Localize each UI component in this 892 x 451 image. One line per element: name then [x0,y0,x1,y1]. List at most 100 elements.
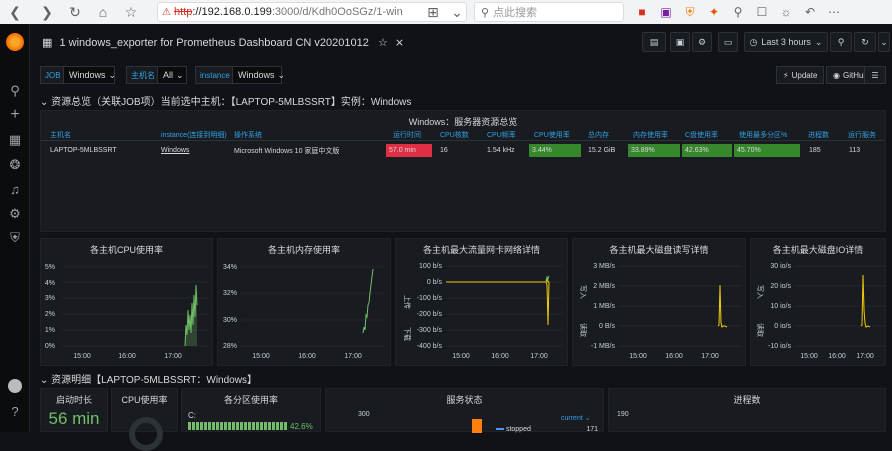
create-plus-icon[interactable]: + [0,105,30,125]
var-value-hostname: All [163,70,174,80]
configuration-gear-icon[interactable]: ⚙ [0,204,30,224]
cpu-series-area [185,285,197,346]
update-link-button[interactable]: ⚡ Update [776,66,825,84]
dashboard-settings-button[interactable]: ⚙ [692,32,712,52]
gear-icon: ⚙ [697,36,707,47]
column-header[interactable]: CPU核数 [440,130,469,140]
grafana-sidebar: ⚲ + ▦ ❂ ♫ ⚙ ⛨ ? [0,24,30,432]
add-panel-button[interactable]: ▤ [642,32,666,52]
chevron-down-icon: ⌄ [814,36,823,47]
x-tick-label: 16:00 [118,353,136,360]
uptime-value: 56 min [48,409,100,428]
zoom-out-button[interactable]: ⚲ [830,32,852,52]
column-header[interactable]: instance(连接到明细) [161,130,227,140]
hamburger-icon: ☰ [871,70,879,80]
x-tick-label: 16:00 [491,353,509,360]
refresh-interval-button[interactable]: ⌄ [878,32,890,52]
user-avatar-icon[interactable] [0,376,30,396]
refresh-icon: ↻ [861,36,869,47]
alerting-bell-icon[interactable]: ♫ [0,179,30,199]
y-tick-label: 100 b/s [419,263,442,270]
axis-side-label: 上传 [403,295,412,309]
search-icon[interactable]: ⚲ [0,81,30,101]
undo-icon[interactable]: ↶ [798,0,822,24]
server-admin-shield-icon[interactable]: ⛨ [0,228,30,248]
help-icon[interactable]: ? [0,401,30,421]
column-header[interactable]: 运行服务 [848,130,876,140]
zoom-out-icon: ⚲ [837,36,845,47]
axis-side-label: 下载 [403,327,412,341]
extension-red-icon[interactable]: ■ [630,0,654,24]
time-range-label: Last 3 hours [761,37,811,47]
home-icon[interactable]: ⌂ [90,0,116,24]
menu-dots-icon[interactable]: ⋯ [822,0,846,24]
column-header[interactable]: CPU频率 [487,130,516,140]
grafana-logo-icon[interactable] [6,33,24,51]
cpu-graph: 5% 4% 3% 2% 1% 0% 15:00 16:00 17:00 [45,264,209,360]
var-select-instance[interactable]: Windows ⌄ [232,66,285,84]
y-tick-label: 10 io/s [770,303,791,310]
share-icon[interactable]: ⨯ [395,37,404,49]
menu-button[interactable]: ☰ [864,66,886,84]
var-select-hostname[interactable]: All ⌄ [157,66,187,84]
chevron-down-icon: ⌄ [40,97,49,108]
y-tick-label: 20 io/s [770,283,791,290]
translate-icon[interactable]: ⊞ [420,0,446,24]
column-header[interactable]: 总内存 [588,130,609,140]
explore-compass-icon[interactable]: ❂ [0,155,30,175]
y-tick-label: 30 io/s [770,263,791,270]
time-picker-button[interactable]: ◷ Last 3 hours ⌄ [744,32,828,52]
cell-instance-link[interactable]: Windows [158,144,189,157]
extension-fox-icon[interactable]: ✦ [702,0,726,24]
url-host: ://192.168.0.199 [192,6,272,18]
chevron-down-icon: ⌄ [108,69,117,80]
disk-io-graph: 写入 读取 30 io/s 20 io/s 10 io/s 0 io/s -10… [756,263,885,360]
dashboards-grid-icon: ▦ [42,37,53,49]
disk-io-graph-panel: 各主机最大磁盘IO详情 写入 读取 30 io/s 20 io/s 10 io/… [750,238,886,366]
y-tick-label: 3 MB/s [593,263,615,270]
theme-icon[interactable]: ☼ [774,0,798,24]
column-header[interactable]: 内存使用率 [633,130,668,140]
browser-search-input[interactable]: ⚲ 点此搜索 [474,2,624,22]
y-tick-label: 32% [223,290,237,297]
extension-shield-icon[interactable]: ⛨ [678,0,702,24]
legend-current-header[interactable]: current ⌄ [561,414,591,422]
column-header[interactable]: C盘使用率 [685,130,718,140]
cycle-view-button[interactable]: ▭ [718,32,738,52]
cell-max-partition: 45.70% [734,144,800,157]
row-header-overview[interactable]: ⌄ 资源总览（关联JOB项）当前选中主机：【LAPTOP-5MLBSSRT】实例… [40,93,411,108]
y-tick-label: 0 B/s [599,323,615,330]
download-series-line [545,281,550,326]
window-icon[interactable]: ☐ [750,0,774,24]
refresh-button[interactable]: ↻ [854,32,876,52]
column-header[interactable]: 使用最多分区% [739,130,787,140]
var-select-job[interactable]: Windows ⌄ [63,66,117,84]
forward-icon[interactable]: ❯ [34,0,60,24]
reload-icon[interactable]: ↻ [62,0,88,24]
x-tick-label: 15:00 [800,353,818,360]
dropdown-icon[interactable]: ⌄ [444,0,470,24]
column-header[interactable]: 运行时间 [393,130,421,140]
cell-c-usage: 42.63% [682,144,732,157]
extension-purple-icon[interactable]: ▣ [654,0,678,24]
y-tick-label: 0 io/s [774,323,791,330]
column-header[interactable]: CPU使用率 [534,130,570,140]
x-tick-label: 17:00 [856,353,874,360]
bookmark-star-icon[interactable]: ☆ [118,0,144,24]
dashboards-grid-icon[interactable]: ▦ [0,130,30,150]
variables-bar: JOB Windows ⌄ 主机名 All ⌄ instance Windows ⌄ … [30,64,892,86]
column-header[interactable]: 操作系统 [234,130,262,140]
cell-cpu-cores: 16 [440,147,448,154]
y-tick-label: 190 [617,411,629,418]
save-dashboard-button[interactable]: ▣ [670,32,690,52]
column-header[interactable]: 进程数 [808,130,829,140]
zoom-icon[interactable]: ⚲ [726,0,750,24]
dashboard-title[interactable]: ▦ 1 windows_exporter for Prometheus Dash… [42,36,404,49]
row-header-details[interactable]: ⌄ 资源明细【LAPTOP-5MLBSSRT：Windows】 [40,371,257,386]
memory-graph: 34% 32% 30% 28% 15:00 16:00 17:00 [223,264,386,360]
column-header[interactable]: 主机名 [50,130,71,140]
network-graph: 上传 下载 100 b/s 0 b/s -100 b/s -200 b/s -3… [403,263,564,360]
star-icon[interactable]: ☆ [378,37,388,49]
x-tick-label: 15:00 [252,353,270,360]
back-icon[interactable]: ❮ [2,0,28,24]
